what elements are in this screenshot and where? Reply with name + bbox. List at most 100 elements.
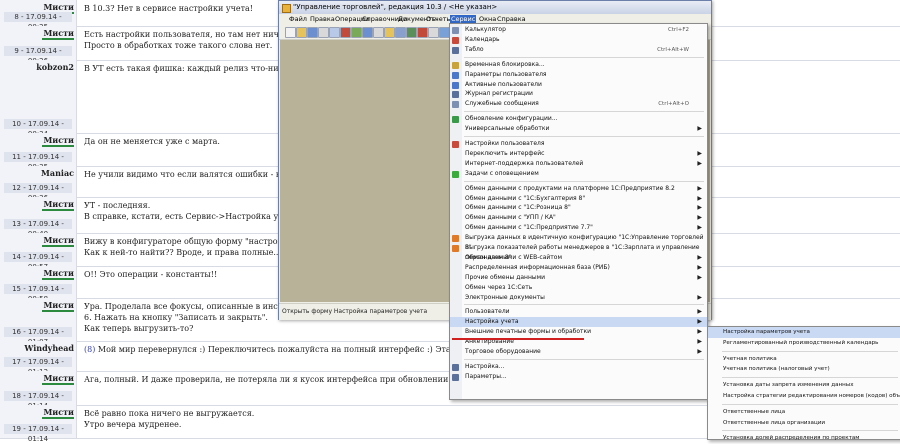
author-name[interactable]: kobzon2 (36, 62, 74, 72)
menu-item[interactable]: Электронные документы ▶ (450, 293, 707, 303)
menu-item[interactable]: Переключить интерфейс ▶ (450, 149, 707, 159)
submenu-item[interactable]: Регламентированный производственный кале… (708, 338, 900, 349)
author-name[interactable]: Мисти (43, 235, 74, 245)
menu-item[interactable]: Выгрузка данных в идентичную конфигураци… (450, 233, 707, 251)
author-name[interactable]: Мисти (43, 407, 74, 417)
submenu-item[interactable]: Ответственные лица организации (708, 418, 900, 429)
menu-item[interactable]: Внешние печатные формы и обработки ▶ (450, 327, 707, 337)
post-date[interactable]: 13 - 17.09.14 - 00:40 (4, 219, 72, 238)
submenu-arrow-icon: ▶ (697, 149, 702, 157)
submenu-item[interactable]: Установка даты запрета изменения данных (708, 380, 900, 391)
menu-item[interactable]: Служебные сообщения Ctrl+Alt+O (450, 99, 707, 109)
submenu-item[interactable]: Учетная политика (708, 354, 900, 365)
menu-item[interactable]: Задачи с оповещением (450, 169, 707, 179)
post-date[interactable]: 11 - 17.09.14 - 00:35 (4, 152, 72, 171)
post-reference-link[interactable]: (8) (84, 345, 95, 354)
post-date[interactable]: 17 - 17.09.14 - 01:12 (4, 357, 72, 376)
menu-item-shortcut: Ctrl+F2 (667, 27, 689, 33)
toolbar-button-icon[interactable] (373, 27, 384, 38)
submenu-item[interactable]: Настройка стратегии редактирования номер… (708, 391, 900, 402)
menu-item[interactable]: Калькулятор Ctrl+F2 (450, 25, 707, 35)
menu-item[interactable]: Интернет-поддержка пользователей ▶ (450, 159, 707, 169)
post-author-panel: Мисти8 - 17.09.14 - 00:25 (0, 0, 77, 31)
menu-8[interactable]: Справка (496, 15, 527, 23)
menu-item-label: Обмен данными с "1С:Бухгалтерия 8" (465, 194, 586, 202)
menu-item[interactable]: Пользователи ▶ (450, 307, 707, 317)
submenu-item[interactable]: Установка долей распределения по проекта… (708, 433, 900, 444)
menu-item[interactable]: Выгрузка показателей работы менеджеров в… (450, 243, 707, 261)
menu-item[interactable]: Обновление конфигурации... (450, 114, 707, 124)
toolbar-button-icon[interactable] (307, 27, 318, 38)
author-name[interactable]: Мисти (43, 300, 74, 310)
menu-6[interactable]: Сервис (450, 15, 477, 23)
author-name[interactable]: Мисти (43, 268, 74, 278)
menu-item[interactable]: Календарь (450, 35, 707, 45)
toolbar-button-icon[interactable] (395, 27, 406, 38)
menu-item-label: Универсальные обработки (465, 125, 550, 133)
post-date[interactable]: 16 - 17.09.14 - 01:07 (4, 327, 72, 346)
toolbar-button-icon[interactable] (351, 27, 362, 38)
post-date[interactable]: 12 - 17.09.14 - 00:36 (4, 183, 72, 202)
menu-7[interactable]: Окна (478, 15, 497, 23)
menu-5[interactable]: Отчеты (425, 15, 453, 23)
menu-item[interactable]: Универсальные обработки ▶ (450, 124, 707, 134)
submenu-item-label: Ответственные лица организации (723, 419, 826, 426)
menu-item[interactable]: Обмен данными с продуктами на платформе … (450, 184, 707, 194)
toolbar-button-icon[interactable] (406, 27, 417, 38)
setup-submenu: Настройка параметров учета Регламентирова… (707, 326, 900, 441)
menu-item[interactable]: Настройка... (450, 362, 707, 372)
menu-item[interactable]: Распределенная информационная база (РИБ)… (450, 263, 707, 273)
menu-item[interactable]: Параметры пользователя (450, 70, 707, 80)
menu-item[interactable]: Параметры... (450, 372, 707, 382)
post-date[interactable]: 19 - 17.09.14 - 01:14 (4, 424, 72, 443)
service-menu: Калькулятор Ctrl+F2 Календарь Табло Ctrl+Alt… (449, 23, 708, 400)
menu-item-label: Прочие обмены данными (465, 273, 546, 281)
menu-item[interactable]: Журнал регистрации (450, 89, 707, 99)
author-name[interactable]: Мисти (43, 373, 74, 383)
submenu-item[interactable]: Ответственные лица (708, 407, 900, 418)
params-icon (452, 373, 459, 381)
author-name[interactable]: Мисти (43, 2, 74, 12)
author-name[interactable]: Мисти (43, 28, 74, 38)
toolbar-button-icon[interactable] (340, 27, 351, 38)
author-name[interactable]: Windyhead (24, 343, 74, 353)
toolbar-button-icon[interactable] (417, 27, 428, 38)
post-date[interactable]: 14 - 17.09.14 - 00:57 (4, 252, 72, 271)
menu-0[interactable]: Файл (288, 15, 308, 23)
author-name[interactable]: Мисти (43, 135, 74, 145)
author-name[interactable]: Maniac (41, 168, 74, 178)
menu-item[interactable]: Обмен данными с "1С:Предприятие 7.7" ▶ (450, 223, 707, 233)
menu-item[interactable]: Обмен данными с "1С:Розница 8" ▶ (450, 203, 707, 213)
menu-item[interactable]: Обмен через 1С:Сеть (450, 283, 707, 293)
submenu-item[interactable]: Учетная политика (налоговый учет) (708, 364, 900, 375)
menu-item[interactable]: Настройки пользователя (450, 139, 707, 149)
toolbar-button-icon[interactable] (428, 27, 439, 38)
author-name[interactable]: Мисти (43, 199, 74, 209)
toolbar-button-icon[interactable] (384, 27, 395, 38)
post-date[interactable]: 10 - 17.09.14 - 00:34 (4, 119, 72, 138)
post-date[interactable]: 18 - 17.09.14 - 01:14 (4, 391, 72, 410)
menu-item[interactable]: Прочие обмены данными ▶ (450, 273, 707, 283)
menu-item[interactable]: Временная блокировка... (450, 60, 707, 70)
menu-item[interactable]: Активные пользователи (450, 80, 707, 90)
menu-item[interactable]: Обмен данными с WEB-сайтом ▶ (450, 253, 707, 263)
menu-item[interactable]: Настройка учета ▶ (450, 317, 707, 328)
toolbar-button-icon[interactable] (285, 27, 296, 38)
menu-item-label: Распределенная информационная база (РИБ) (465, 263, 610, 271)
submenu-item[interactable]: Настройка параметров учета (708, 327, 900, 338)
menu-item[interactable]: Обмен данными с "УПП / КА" ▶ (450, 213, 707, 223)
toolbar-button-icon[interactable] (362, 27, 373, 38)
toolbar-button-icon[interactable] (318, 27, 329, 38)
post-date[interactable]: 9 - 17.09.14 - 00:26 (4, 46, 72, 65)
toolbar-button-icon[interactable] (329, 27, 340, 38)
menu-item-label: Настройка учета (465, 318, 519, 326)
title-bar[interactable]: "Управление торговлей", редакция 10.3 / … (279, 1, 711, 14)
toolbar-button-icon[interactable] (296, 27, 307, 38)
post-date[interactable]: 15 - 17.09.14 - 00:58 (4, 284, 72, 303)
menu-item[interactable]: Табло Ctrl+Alt+W (450, 45, 707, 55)
post-date[interactable]: 8 - 17.09.14 - 00:25 (4, 12, 72, 31)
menu-item[interactable]: Обмен данными с "1С:Бухгалтерия 8" ▶ (450, 194, 707, 204)
menu-item-label: Обмен данными с продуктами на платформе … (465, 184, 675, 192)
menu-item[interactable]: Торговое оборудование ▶ (450, 347, 707, 357)
menu-1[interactable]: Правка (309, 15, 336, 23)
